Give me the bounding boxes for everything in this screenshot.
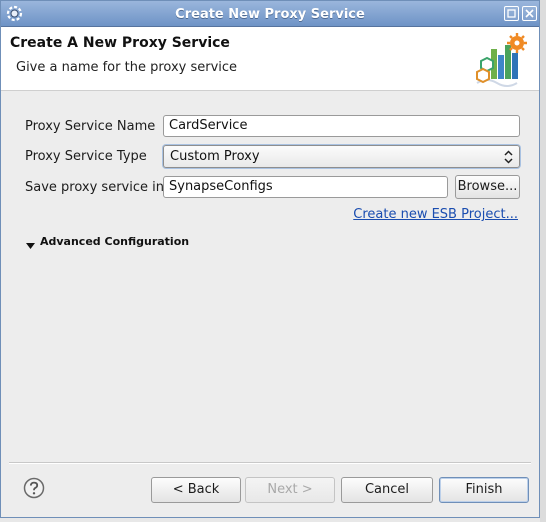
wizard-header: Create A New Proxy Service Give a name f… — [1, 27, 539, 91]
page-subtitle: Give a name for the proxy service — [16, 60, 238, 75]
proxy-service-type-label: Proxy Service Type — [25, 149, 147, 164]
restore-icon[interactable] — [504, 6, 519, 21]
finish-button[interactable]: Finish — [439, 477, 529, 503]
save-location-label: Save proxy service in: — [25, 180, 169, 195]
create-proxy-service-dialog: Create New Proxy Service Create A New Pr… — [0, 0, 540, 518]
proxy-service-name-input[interactable]: CardService — [163, 115, 520, 137]
help-icon[interactable] — [23, 477, 45, 499]
triangle-down-icon — [26, 239, 35, 249]
proxy-service-name-label: Proxy Service Name — [25, 119, 156, 134]
proxy-service-type-value: Custom Proxy — [170, 149, 260, 164]
background-window-edge — [540, 0, 546, 522]
close-icon[interactable] — [522, 6, 537, 21]
proxy-service-wizard-icon — [473, 31, 531, 89]
updown-chevron-icon — [504, 150, 513, 164]
cancel-button[interactable]: Cancel — [341, 477, 433, 503]
window-title: Create New Proxy Service — [175, 7, 365, 22]
advanced-configuration-label: Advanced Configuration — [40, 235, 190, 248]
browse-button[interactable]: Browse... — [455, 175, 520, 199]
page-title: Create A New Proxy Service — [10, 35, 230, 51]
footer-separator — [9, 462, 531, 464]
back-button[interactable]: < Back — [151, 477, 241, 503]
title-bar[interactable]: Create New Proxy Service — [1, 1, 539, 27]
save-location-input[interactable]: SynapseConfigs — [163, 176, 448, 198]
proxy-service-type-select[interactable]: Custom Proxy — [163, 145, 520, 168]
create-esb-project-link[interactable]: Create new ESB Project... — [353, 207, 518, 222]
next-button[interactable]: Next > — [245, 477, 335, 503]
